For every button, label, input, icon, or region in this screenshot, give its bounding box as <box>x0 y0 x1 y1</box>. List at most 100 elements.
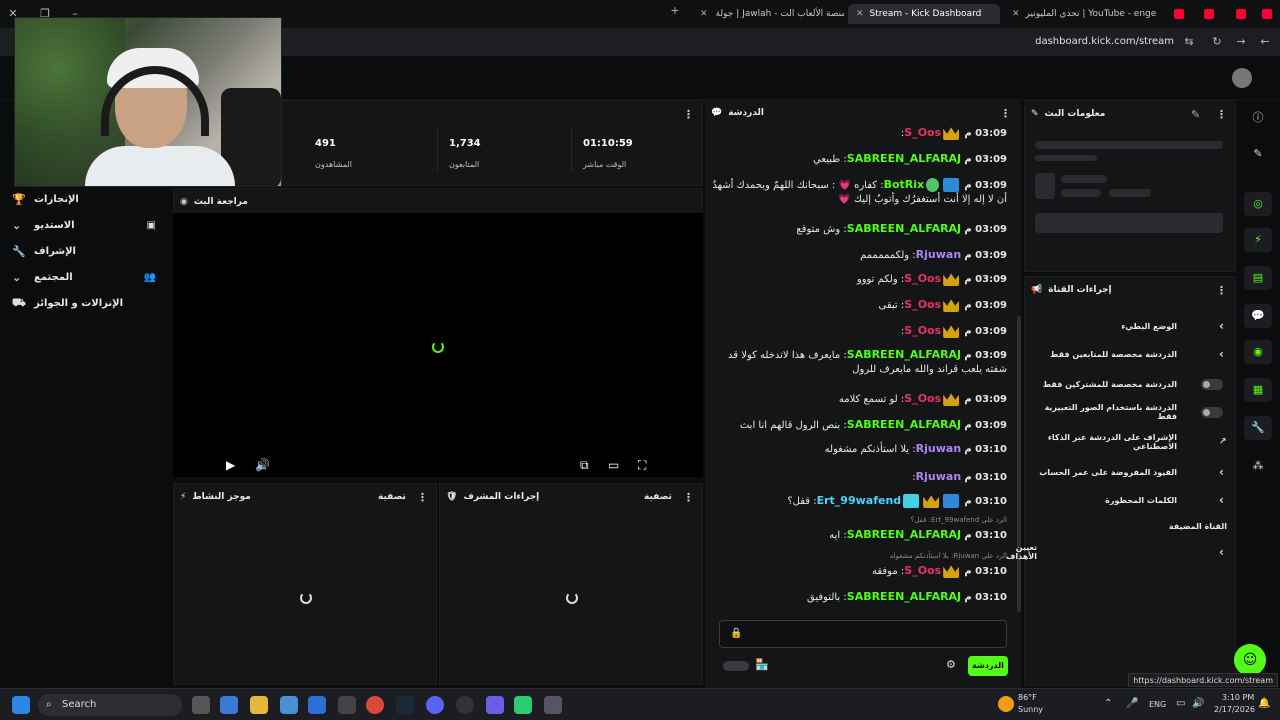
settings-icon[interactable] <box>338 696 356 714</box>
reload-icon[interactable]: ↻ <box>1210 35 1224 49</box>
youtube-tab-icon[interactable] <box>1262 9 1272 19</box>
fullscreen-icon[interactable]: ⛶ <box>638 458 646 473</box>
chat-username[interactable]: SABREEN_ALFARAJ <box>847 348 961 361</box>
app-icon[interactable] <box>544 696 562 714</box>
chat-username[interactable]: S_Oos <box>904 298 941 311</box>
chat-message[interactable]: 03:09 م S_Oos: ولكم تووو <box>707 272 1007 287</box>
chevron-up-icon[interactable]: ⌃ <box>1104 698 1112 709</box>
filter-button[interactable]: تصفية <box>644 492 672 502</box>
chat-message[interactable]: 03:09 م SABREEN_ALFARAJ: بنص الرول قالهم… <box>707 418 1007 433</box>
task-view-icon[interactable] <box>192 696 210 714</box>
youtube-tab-icon[interactable] <box>1236 9 1246 19</box>
avatar[interactable] <box>1232 68 1252 88</box>
chat-username[interactable]: SABREEN_ALFARAJ <box>847 418 961 431</box>
chat-message[interactable]: 03:09 م Rjuwan: ولكمممممم <box>707 248 1007 263</box>
grid-icon[interactable]: ▦ <box>1244 378 1272 402</box>
chat-username[interactable]: Rjuwan <box>916 248 962 261</box>
chat-message[interactable]: 03:10 م Rjuwan: <box>707 470 1007 485</box>
youtube-tab-icon[interactable] <box>1174 9 1184 19</box>
chat-username[interactable]: S_Oos <box>904 392 941 405</box>
channel-action-row[interactable]: القيود المفروضة على عمر الحساب › <box>1031 461 1227 483</box>
channel-action-row[interactable]: الكلمات المحظورة › <box>1031 489 1227 511</box>
chat-username[interactable]: Rjuwan <box>916 470 962 483</box>
stream-video-player[interactable] <box>173 213 703 477</box>
sidebar-item-drops[interactable]: ⛟ الإنزالات و الجوائز <box>10 292 162 314</box>
play-icon[interactable]: ▶ <box>226 458 235 472</box>
store-icon[interactable]: 🏪 <box>755 658 769 671</box>
sidebar-item-community[interactable]: ⌄ المجتمع 👥 <box>10 266 162 288</box>
edit-icon[interactable]: ✎ <box>1244 142 1272 166</box>
clock-time[interactable]: 3:10 PM <box>1222 693 1254 702</box>
camera-icon[interactable]: ◎ <box>1244 192 1272 216</box>
chat-toggle[interactable] <box>723 661 749 671</box>
chat-message[interactable]: 03:09 م S_Oos: تبقى <box>707 298 1007 313</box>
channel-action-row[interactable]: تعيين الأهداف › <box>1006 541 1227 563</box>
new-tab-icon[interactable]: + <box>668 4 682 18</box>
sidebar-item-moderation[interactable]: 🔧 الإشراف <box>10 240 162 262</box>
chat-input[interactable]: 🔒 <box>719 620 1007 648</box>
chat-username[interactable]: BotRix <box>884 178 925 191</box>
chat-message[interactable]: 03:10 م SABREEN_ALFARAJ: ايه <box>707 528 1007 543</box>
steam-icon[interactable] <box>396 696 414 714</box>
chat-message[interactable]: 03:09 م SABREEN_ALFARAJ: وش متوقع <box>707 222 1007 237</box>
chat-username[interactable]: Ert_99wafend <box>817 494 902 507</box>
more-options-icon[interactable]: ⋮ <box>683 491 694 504</box>
mic-icon[interactable]: 🎤 <box>1126 698 1138 709</box>
windows-start-icon[interactable] <box>12 696 30 714</box>
chat-username[interactable]: S_Oos <box>904 324 941 337</box>
chat-username[interactable]: Rjuwan <box>916 442 962 455</box>
chat-message[interactable]: 03:09 م S_Oos: <box>707 324 1007 339</box>
chat-message[interactable]: 03:09 م BotRix: كفاره 💗 : سبحانك اللهمّ … <box>707 178 1007 207</box>
browser-tab[interactable]: ✕ جولة | Jawlah - منصة الألعاب الت... <box>692 4 844 24</box>
shapes-icon[interactable]: ⁂ <box>1244 454 1272 478</box>
mail-icon[interactable] <box>308 696 326 714</box>
more-options-icon[interactable]: ⋮ <box>417 491 428 504</box>
youtube-tab-icon[interactable] <box>1204 9 1214 19</box>
lightning-icon[interactable]: ⚡ <box>1244 228 1272 252</box>
volume-icon[interactable]: 🔊 <box>255 458 270 472</box>
close-tab-icon[interactable]: ✕ <box>1012 9 1020 19</box>
chat-message[interactable]: 03:09 م SABREEN_ALFARAJ: مايعرف هذا لاتد… <box>707 348 1007 377</box>
channel-action-row[interactable]: الدردشة باستخدام الصور التعبيرية فقط <box>1031 401 1227 423</box>
more-options-icon[interactable]: ⋮ <box>683 108 694 121</box>
more-options-icon[interactable]: ⋮ <box>1216 284 1227 297</box>
info-icon[interactable]: ⓘ <box>1244 106 1272 130</box>
sidebar-item-achievements[interactable]: 🏆 الإنجازات <box>10 188 162 210</box>
chat-username[interactable]: SABREEN_ALFARAJ <box>847 590 961 603</box>
chat-username[interactable]: S_Oos <box>904 126 941 139</box>
discord-icon[interactable] <box>426 696 444 714</box>
chat-username[interactable]: S_Oos <box>904 272 941 285</box>
url-field[interactable]: dashboard.kick.com/stream <box>1035 36 1174 47</box>
close-tab-icon[interactable]: ✕ <box>700 9 708 19</box>
chat-message[interactable]: 03:09 م SABREEN_ALFARAJ: طبيعي <box>707 152 1007 167</box>
chat-message[interactable]: 03:10 م S_Oos: موفقه <box>707 564 1007 579</box>
chat-message[interactable]: 03:09 م S_Oos: لو تسمع كلامه <box>707 392 1007 407</box>
document-icon[interactable]: ▤ <box>1244 266 1272 290</box>
monitor-icon[interactable]: ▭ <box>1176 698 1185 709</box>
volume-icon[interactable]: 🔊 <box>1192 698 1204 709</box>
channel-action-row[interactable]: الإشراف على الدردشة عبر الذكاء الاصطناعي… <box>1031 431 1227 453</box>
chat-username[interactable]: S_Oos <box>904 564 941 577</box>
chat-send-button[interactable]: الدردشة <box>968 656 1008 676</box>
more-options-icon[interactable]: ⋮ <box>1216 108 1227 121</box>
gamepad-icon[interactable] <box>486 696 504 714</box>
chat-message[interactable]: 03:10 م SABREEN_ALFARAJ: بالتوفيق <box>707 590 1007 605</box>
sidebar-item-studio[interactable]: ⌄ الاستديو ▣ <box>10 214 162 236</box>
site-settings-icon[interactable]: ⇆ <box>1182 35 1196 49</box>
pencil-icon[interactable]: ✎ <box>1191 108 1200 121</box>
file-explorer-icon[interactable] <box>250 696 268 714</box>
filter-button[interactable]: تصفية <box>378 492 406 502</box>
obs-icon[interactable] <box>456 696 474 714</box>
copilot-icon[interactable] <box>220 696 238 714</box>
chat-message[interactable]: 03:10 م Rjuwan: يلا استأذنكم مشغوله <box>707 442 1007 457</box>
toggle-switch[interactable] <box>1201 406 1223 418</box>
toggle-switch[interactable] <box>1201 378 1223 390</box>
store-icon[interactable] <box>280 696 298 714</box>
app-icon[interactable] <box>514 696 532 714</box>
broadcast-icon[interactable]: ◉ <box>1244 340 1272 364</box>
chrome-icon[interactable] <box>366 696 384 714</box>
taskbar-search[interactable]: ⌕ Search <box>38 694 182 716</box>
chat-bubble-icon[interactable]: 💬 <box>1244 304 1272 328</box>
theater-mode-icon[interactable]: ▭ <box>608 458 619 472</box>
more-options-icon[interactable]: ⋮ <box>1000 107 1011 120</box>
